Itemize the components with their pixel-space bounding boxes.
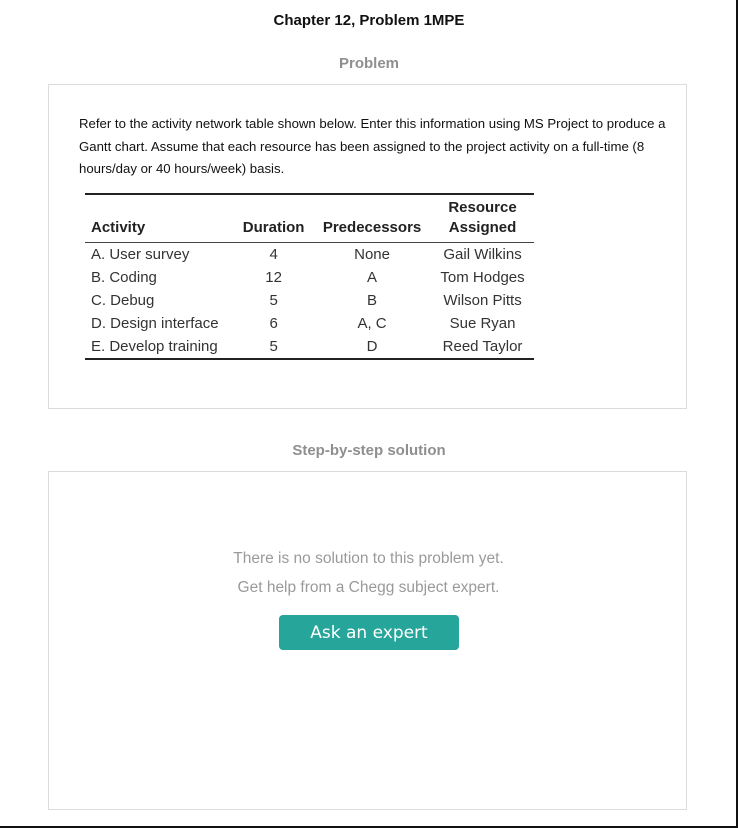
cell-resource: Wilson Pitts [443, 292, 522, 309]
cell-duration: 5 [269, 338, 278, 355]
table-row: C. Debug 5 B Wilson Pitts [85, 289, 534, 312]
header-duration: Duration [242, 219, 305, 236]
table-header-row: Activity Duration Predecessors Resource … [85, 194, 534, 243]
cell-duration: 12 [265, 269, 282, 286]
header-resource-assigned: Resource Assigned [431, 194, 534, 243]
cell-predecessors: None [354, 246, 390, 263]
cell-predecessors: B [367, 292, 378, 309]
activity-network-table: Activity Duration Predecessors Resource … [85, 193, 534, 360]
cell-resource: Sue Ryan [449, 315, 516, 332]
cell-activity: B. Coding [91, 269, 157, 286]
problem-section-title: Problem [338, 55, 399, 72]
cell-activity: E. Develop training [91, 338, 218, 355]
cell-activity: D. Design interface [91, 315, 219, 332]
cell-activity: A. User survey [91, 246, 190, 263]
header-activity: Activity [91, 219, 146, 236]
cell-duration: 5 [269, 292, 278, 309]
header-predecessors: Predecessors [322, 219, 422, 236]
cell-duration: 4 [269, 246, 278, 263]
cell-predecessors: A [367, 269, 378, 286]
table-row: B. Coding 12 A Tom Hodges [85, 266, 534, 289]
table-row: A. User survey 4 None Gail Wilkins [85, 243, 534, 267]
get-help-message: Get help from a Chegg subject expert. [237, 579, 500, 596]
solution-box: There is no solution to this problem yet… [48, 471, 687, 810]
cell-duration: 6 [269, 315, 278, 332]
header-resource-line2: Assigned [448, 219, 517, 236]
table-row: D. Design interface 6 A, C Sue Ryan [85, 312, 534, 335]
cell-predecessors: A, C [357, 315, 387, 332]
solution-section-title: Step-by-step solution [292, 442, 446, 459]
no-solution-message: There is no solution to this problem yet… [233, 550, 504, 567]
problem-text: Refer to the activity network table show… [79, 116, 666, 176]
problem-box: Refer to the activity network table show… [48, 84, 687, 409]
ask-expert-button[interactable]: Ask an expert [279, 615, 459, 650]
cell-activity: C. Debug [91, 292, 155, 309]
cell-resource: Reed Taylor [442, 338, 523, 355]
cell-resource: Tom Hodges [440, 269, 525, 286]
table-row: E. Develop training 5 D Reed Taylor [85, 335, 534, 359]
cell-predecessors: D [366, 338, 378, 355]
cell-resource: Gail Wilkins [443, 246, 522, 263]
page-title: Chapter 12, Problem 1MPE [273, 12, 465, 29]
header-resource-line1: Resource [448, 199, 517, 216]
